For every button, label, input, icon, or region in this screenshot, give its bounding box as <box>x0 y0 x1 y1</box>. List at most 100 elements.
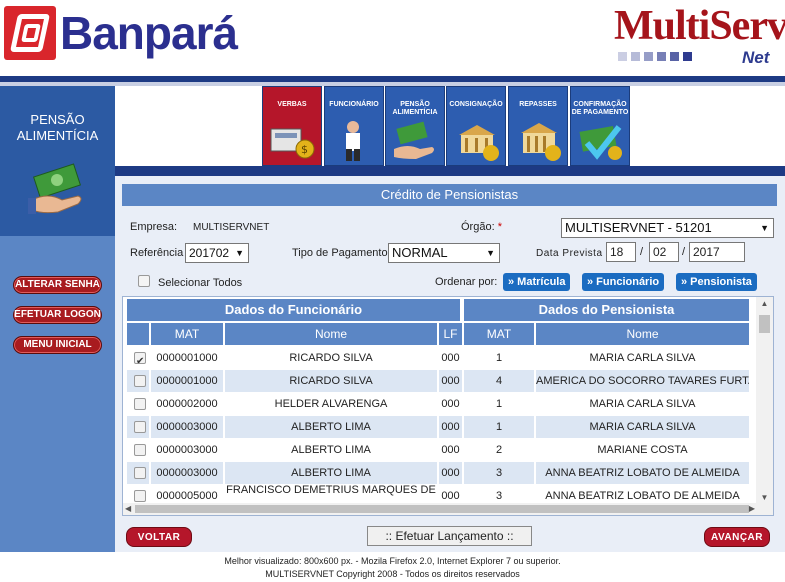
funcionario-icon <box>346 121 360 161</box>
avancar-button[interactable]: AVANÇAR <box>704 527 770 547</box>
date-separator: / <box>682 246 686 258</box>
data-day-input[interactable]: 18 <box>606 242 636 262</box>
cell-pnome: MARIA CARLA SILVA <box>536 393 751 415</box>
cell-lf: 000 <box>439 393 464 415</box>
table-row[interactable]: 0000003000 ALBERTO LIMA 000 1 MARIA CARLA SI… <box>127 416 751 438</box>
referencia-select[interactable]: 201702 ▼ <box>185 243 249 263</box>
top-navigation: VERBAS $ FUNCIONÁRIO PENSÃO ALIMENTÍCIA … <box>115 86 785 166</box>
multiserv-logo: MultiServ <box>614 3 785 49</box>
nav-repasses-label: REPASSES <box>519 101 557 108</box>
selecionar-todos-checkbox[interactable] <box>138 275 150 287</box>
selecionar-todos-label: Selecionar Todos <box>158 277 243 289</box>
footer-line2: MULTISERVNET Copyright 2008 - Todos os d… <box>265 569 520 579</box>
pensionistas-table: Dados do Funcionário Dados do Pensionist… <box>122 296 774 516</box>
cell-mat: 0000002000 <box>151 393 225 415</box>
cell-pmat: 4 <box>464 370 536 392</box>
hscroll-thumb[interactable] <box>135 505 749 513</box>
cell-mat: 0000003000 <box>151 416 225 438</box>
cell-nome: RICARDO SILVA <box>225 347 439 369</box>
nav-pensao[interactable]: PENSÃO ALIMENTÍCIA <box>385 86 445 166</box>
page: Banpará MultiServ Net PENSÃO ALIMENTÍCIA… <box>0 0 785 582</box>
repasses-icon <box>521 123 561 161</box>
row-checkbox[interactable] <box>134 467 146 479</box>
ordenar-funcionario-button[interactable]: » Funcionário <box>582 273 665 291</box>
row-checkbox[interactable] <box>134 398 146 410</box>
nav-verbas[interactable]: VERBAS $ <box>262 86 322 166</box>
consignacao-icon <box>459 125 499 161</box>
sidebar: PENSÃO ALIMENTÍCIA ALTERAR SENHA EFETUAR… <box>0 86 115 552</box>
nav-divider <box>115 166 785 176</box>
col-pmat: MAT <box>464 323 536 345</box>
data-prevista-label: Data Prevista <box>536 248 603 259</box>
row-select-cell <box>127 439 151 461</box>
nav-pensao-label: PENSÃO ALIMENTÍCIA <box>392 101 438 116</box>
data-year-input[interactable]: 2017 <box>689 242 745 262</box>
orgao-selected: MULTISERVNET - 51201 <box>565 220 712 235</box>
orgao-select[interactable]: MULTISERVNET - 51201 ▼ <box>561 218 774 238</box>
alterar-senha-button[interactable]: ALTERAR SENHA <box>13 276 102 294</box>
table-row[interactable]: 0000003000 ALBERTO LIMA 000 3 ANNA BEATRIZ L… <box>127 462 751 484</box>
footer: Melhor visualizado: 800x600 px. - Mozila… <box>0 552 785 582</box>
cell-pmat: 1 <box>464 416 536 438</box>
nav-confirmacao-label: CONFIRMAÇÃO DE PAGAMENTO <box>571 101 629 116</box>
chevron-down-icon: ▼ <box>486 248 495 258</box>
multiserv-dots-icon <box>618 52 692 61</box>
scroll-right-icon[interactable]: ▶ <box>749 503 755 515</box>
cell-nome: RICARDO SILVA <box>225 370 439 392</box>
multiserv-net: Net <box>742 48 770 67</box>
cell-mat: 0000003000 <box>151 439 225 461</box>
sidebar-section-header: PENSÃO ALIMENTÍCIA <box>0 86 115 236</box>
scroll-thumb[interactable] <box>759 315 770 333</box>
cell-lf: 000 <box>439 462 464 484</box>
ordenar-pensionista-button[interactable]: » Pensionista <box>676 273 757 291</box>
pensao-icon <box>394 121 434 159</box>
table-row[interactable]: 0000001000 RICARDO SILVA 000 4 AMERICA DO SO… <box>127 370 751 392</box>
main-panel: Crédito de Pensionistas Empresa: MULTISE… <box>115 176 785 552</box>
row-checkbox[interactable] <box>134 421 146 433</box>
scroll-up-icon[interactable]: ▲ <box>756 297 773 311</box>
table-row[interactable]: 0000001000RICARDO SILVA0001MARIA CARLA S… <box>127 347 751 369</box>
cell-lf: 000 <box>439 416 464 438</box>
nav-repasses[interactable]: REPASSES <box>508 86 568 166</box>
voltar-button[interactable]: VOLTAR <box>126 527 192 547</box>
cell-pnome: ANNA BEATRIZ LOBATO DE ALMEIDA <box>536 462 751 484</box>
nav-consignacao[interactable]: CONSIGNAÇÃO <box>446 86 506 166</box>
orgao-label: Órgão: * <box>461 221 502 233</box>
efetuar-lancamento-button[interactable]: :: Efetuar Lançamento :: <box>367 526 532 546</box>
row-checkbox[interactable] <box>134 444 146 456</box>
cell-nome: ALBERTO LIMA <box>225 416 439 438</box>
vertical-scrollbar[interactable]: ▲ ▼ <box>756 297 773 505</box>
nav-confirmacao[interactable]: CONFIRMAÇÃO DE PAGAMENTO <box>570 86 630 166</box>
row-select-cell <box>127 462 151 484</box>
tipo-pagamento-selected: NORMAL <box>392 245 448 260</box>
col-mat: MAT <box>151 323 225 345</box>
data-month-input[interactable]: 02 <box>649 242 679 262</box>
nav-consignacao-label: CONSIGNAÇÃO <box>449 101 503 108</box>
tipo-pagamento-select[interactable]: NORMAL ▼ <box>388 243 500 263</box>
cell-pmat: 1 <box>464 393 536 415</box>
cell-pnome: MARIANE COSTA <box>536 439 751 461</box>
header: Banpará MultiServ Net <box>0 0 785 76</box>
nav-funcionario[interactable]: FUNCIONÁRIO <box>324 86 384 166</box>
cell-lf: 000 <box>439 347 464 369</box>
verbas-icon: $ <box>270 128 315 159</box>
scroll-left-icon[interactable]: ◀ <box>125 503 131 515</box>
cell-lf: 000 <box>439 370 464 392</box>
money-hand-icon <box>28 163 82 214</box>
referencia-selected: 201702 <box>189 246 230 260</box>
row-checkbox[interactable] <box>134 490 146 502</box>
table-row[interactable]: 0000002000 HELDER ALVARENGA 000 1 MARIA CARL… <box>127 393 751 415</box>
ordenar-matricula-button[interactable]: » Matrícula <box>503 273 571 291</box>
date-separator: / <box>640 246 644 258</box>
row-select-cell <box>127 393 151 415</box>
efetuar-logon-button[interactable]: EFETUAR LOGON <box>13 306 102 324</box>
row-checkbox[interactable] <box>134 375 146 387</box>
sidebar-title-line1: PENSÃO <box>30 112 85 127</box>
cell-nome: ALBERTO LIMA <box>225 462 439 484</box>
row-checkbox[interactable] <box>134 351 146 369</box>
sidebar-title: PENSÃO ALIMENTÍCIA <box>0 112 115 144</box>
row-select-cell <box>127 347 151 369</box>
menu-inicial-button[interactable]: MENU INICIAL <box>13 336 102 354</box>
table-row[interactable]: 0000003000 ALBERTO LIMA 000 2 MARIANE COSTA <box>127 439 751 461</box>
horizontal-scrollbar[interactable]: ◀ ▶ <box>123 503 773 515</box>
